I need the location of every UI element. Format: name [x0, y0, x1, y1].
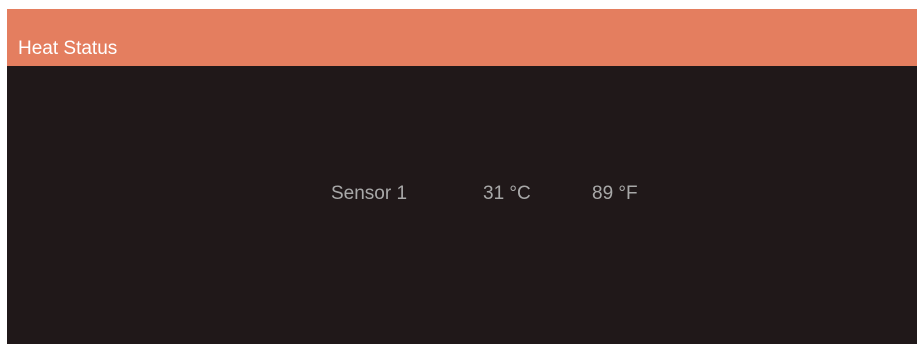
celsius-reading: 31 °C — [483, 183, 531, 204]
sensor-label: Sensor 1 — [331, 183, 408, 204]
panel-title: Heat Status — [18, 38, 118, 59]
fahrenheit-reading: 89 °F — [592, 183, 638, 204]
panel-header — [7, 9, 917, 66]
heat-status-panel: Heat Status Sensor 1 31 °C 89 °F — [7, 9, 917, 344]
